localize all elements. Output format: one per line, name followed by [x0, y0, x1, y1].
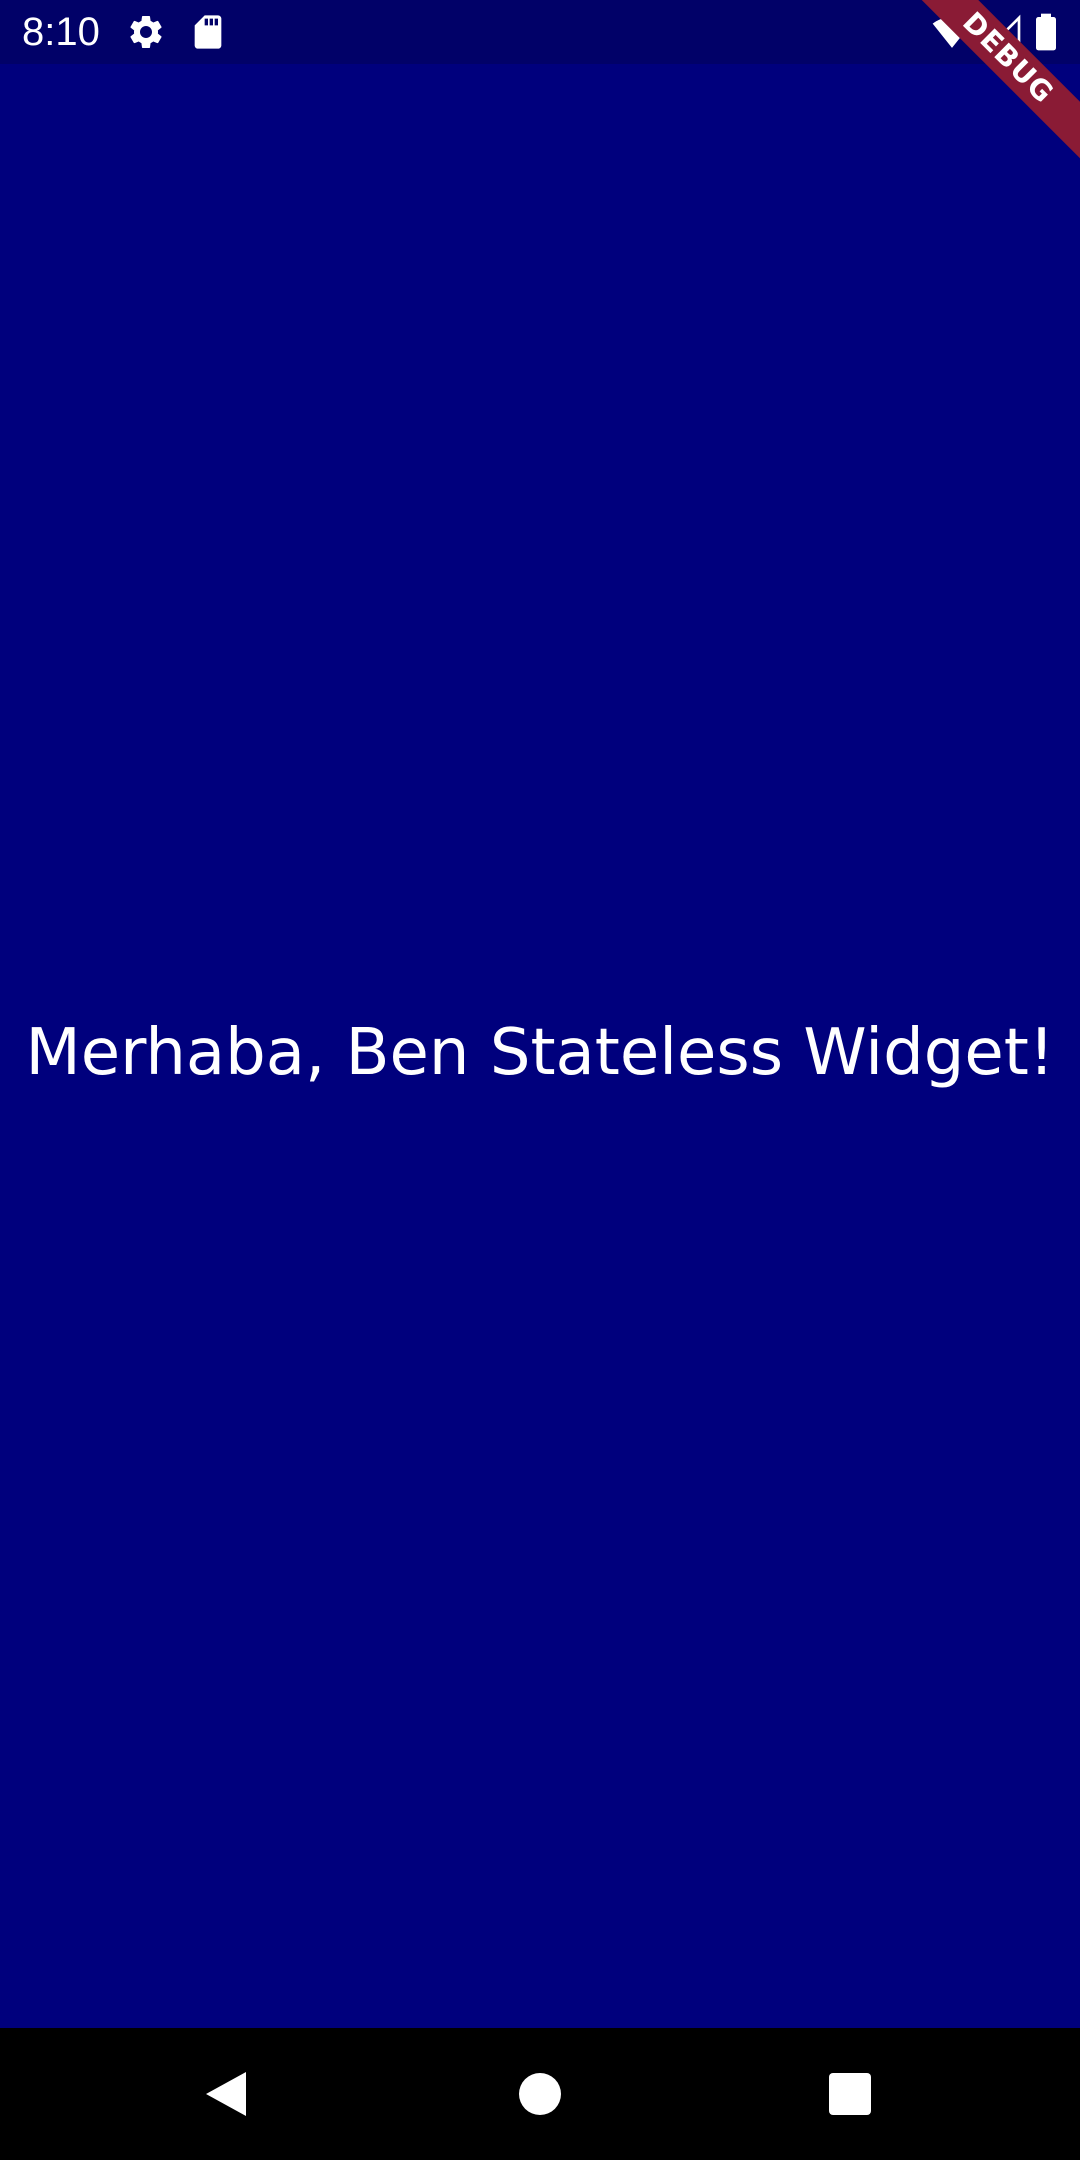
main-content: Merhaba, Ben Stateless Widget! [0, 64, 1080, 2028]
app-screen: 8:10 DEBUG Merhaba, Ben Stateless Widget… [0, 0, 1080, 2160]
battery-icon [1032, 12, 1060, 52]
status-time: 8:10 [22, 10, 100, 54]
recents-icon[interactable] [822, 2066, 878, 2122]
home-icon[interactable] [512, 2066, 568, 2122]
navigation-bar [0, 2028, 1080, 2160]
greeting-text: Merhaba, Ben Stateless Widget! [25, 1016, 1055, 1090]
gear-icon [126, 12, 166, 52]
sd-card-icon [188, 12, 228, 52]
back-icon[interactable] [200, 2066, 256, 2122]
status-bar: 8:10 [0, 0, 1080, 64]
